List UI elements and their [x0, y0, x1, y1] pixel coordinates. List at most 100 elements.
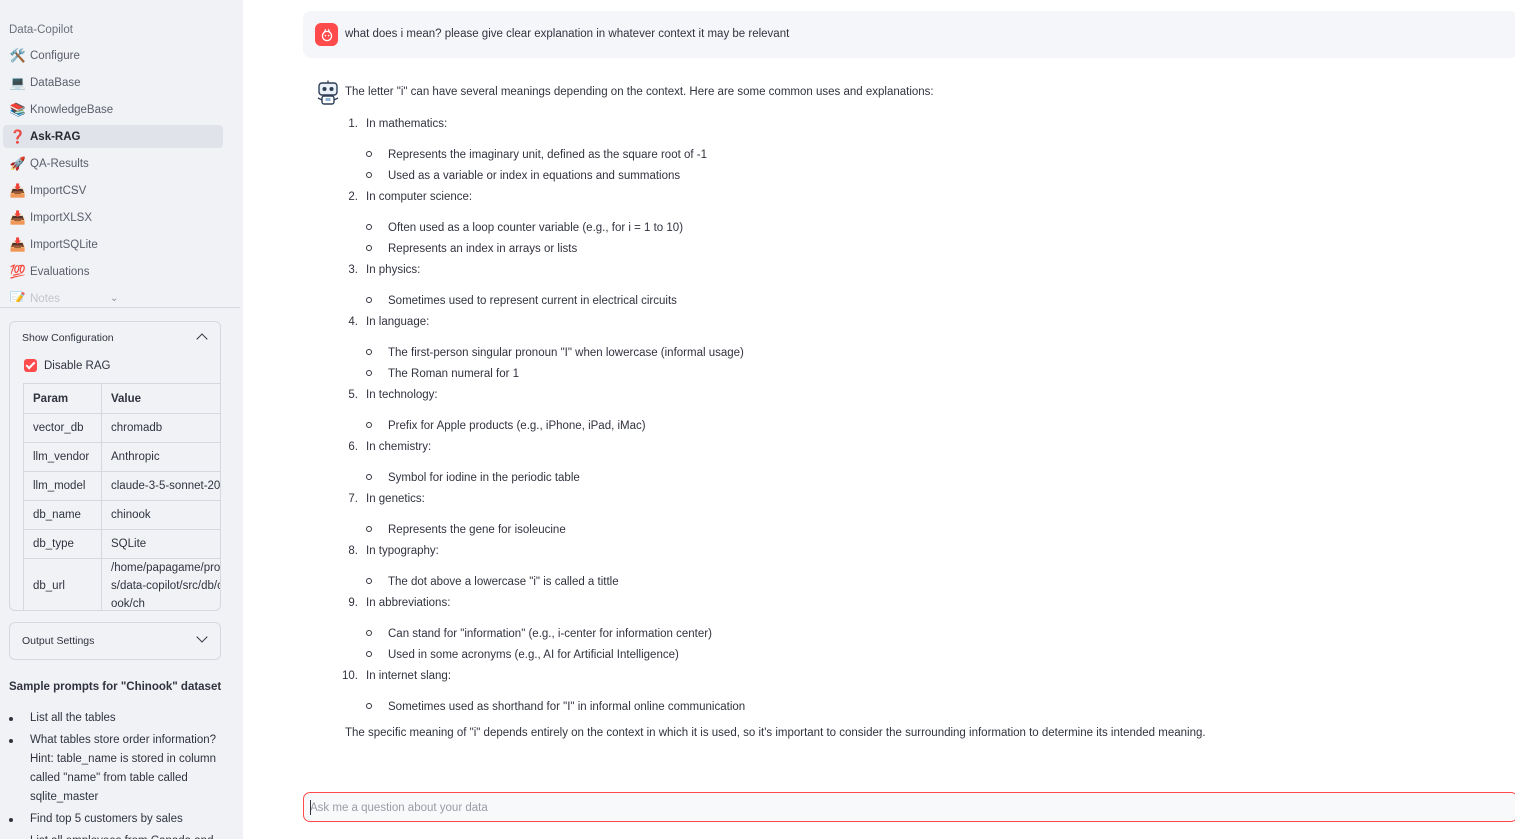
table-row: vector_db chromadb: [23, 413, 220, 443]
answer-item-heading: In computer science:: [366, 191, 473, 203]
answer-intro: The letter "i" can have several meanings…: [345, 86, 934, 98]
table-row: llm_vendor Anthropic: [23, 442, 220, 472]
param-cell: db_url: [23, 558, 102, 610]
sidebar: Data-Copilot 🛠️ Configure 💻 DataBase 📚 Knowle…: [0, 0, 243, 839]
answer-item-heading: In language:: [366, 316, 430, 328]
answer-sublist: The dot above a lowercase "i" is called …: [366, 575, 1495, 589]
chevron-up-icon: [196, 333, 208, 345]
importxlsx-icon: 📥: [9, 210, 27, 225]
param-cell: db_type: [23, 529, 102, 559]
list-number: 4.: [348, 316, 358, 328]
answer-bullet: Symbol for iodine in the periodic table: [366, 471, 1495, 485]
configure-icon: 🛠️: [9, 48, 27, 63]
importsqlite-icon: 📥: [9, 237, 27, 252]
nav-item-qa-results[interactable]: 🚀 QA-Results: [3, 152, 223, 175]
answer-item-heading: In physics:: [366, 264, 421, 276]
value-cell: /home/papagame/projects/data-copilot/src…: [101, 558, 220, 610]
answer-list-item: 6. In chemistry: Symbol for iodine in the …: [345, 440, 1495, 485]
assistant-answer: The letter "i" can have several meanings…: [342, 85, 1495, 740]
assistant-robot-icon: [316, 80, 340, 106]
answer-sublist: Often used as a loop counter variable (e…: [366, 221, 1495, 256]
answer-bullet: The Roman numeral for 1: [366, 367, 1495, 381]
param-cell: vector_db: [23, 413, 102, 443]
answer-bullet: The dot above a lowercase "i" is called …: [366, 575, 1495, 589]
sample-prompt-item[interactable]: List all the tables: [9, 709, 224, 728]
answer-bullet: Often used as a loop counter variable (e…: [366, 221, 1495, 235]
disable-rag-checkbox[interactable]: [24, 359, 37, 372]
sample-prompt-item[interactable]: List all employees from Canada and: [9, 832, 224, 839]
sidebar-separator: [0, 307, 240, 308]
param-cell: llm_vendor: [23, 442, 102, 472]
table-header: Value: [101, 383, 220, 414]
table-row: db_name chinook: [23, 500, 220, 530]
config-expander: Show Configuration Disable RAG Param Val…: [9, 321, 221, 611]
answer-sublist: The first-person singular pronoun "I" wh…: [366, 346, 1495, 381]
answer-item-heading: In technology:: [366, 389, 438, 401]
importcsv-icon: 📥: [9, 183, 27, 198]
output-settings-expander[interactable]: Output Settings: [9, 622, 221, 660]
chat-input-box[interactable]: [303, 792, 1515, 822]
nav-expand-chevron-icon[interactable]: ⌄: [110, 293, 118, 304]
nav-item-knowledgebase[interactable]: 📚 KnowledgeBase: [3, 98, 223, 121]
list-number: 5.: [348, 389, 358, 401]
value-cell: SQLite: [101, 529, 220, 559]
chat-input[interactable]: [310, 799, 1500, 816]
disable-rag-label: Disable RAG: [44, 359, 111, 372]
nav-item-label: Configure: [30, 49, 80, 62]
nav-item-label: Notes: [30, 292, 61, 303]
answer-item-heading: In mathematics:: [366, 118, 448, 130]
answer-item-heading: In abbreviations:: [366, 597, 451, 609]
nav-item-label: KnowledgeBase: [30, 103, 114, 116]
answer-sublist: Can stand for "information" (e.g., i-cen…: [366, 627, 1495, 662]
list-number: 7.: [348, 493, 358, 505]
answer-bullet: Can stand for "information" (e.g., i-cen…: [366, 627, 1495, 641]
value-cell: claude-3-5-sonnet-202406: [101, 471, 220, 501]
user-avatar-icon: [315, 23, 338, 46]
table-header: Param: [23, 383, 102, 414]
nav-item-label: ImportSQLite: [30, 238, 98, 251]
knowledgebase-icon: 📚: [9, 102, 27, 117]
list-number: 8.: [348, 545, 358, 557]
output-settings-header[interactable]: Output Settings: [10, 623, 220, 659]
disable-rag-checkbox-row[interactable]: Disable RAG: [24, 359, 110, 372]
answer-list-item: 9. In abbreviations: Can stand for "inform…: [345, 596, 1495, 662]
nav-item-configure[interactable]: 🛠️ Configure: [3, 44, 223, 67]
table-row: db_type SQLite: [23, 529, 220, 559]
nav-item-ask-rag[interactable]: ❓ Ask-RAG: [3, 125, 223, 148]
answer-sublist: Sometimes used as shorthand for "I" in i…: [366, 700, 1495, 714]
sidebar-nav: 🛠️ Configure 💻 DataBase 📚 KnowledgeBase ❓ Ask-R…: [3, 44, 223, 302]
nav-item-importsqlite[interactable]: 📥 ImportSQLite: [3, 233, 223, 256]
answer-list: 1. In mathematics: Represents the imaginar…: [342, 117, 1495, 714]
answer-sublist: Sometimes used to represent current in e…: [366, 294, 1495, 308]
nav-item-label: DataBase: [30, 76, 81, 89]
config-expander-header[interactable]: Show Configuration: [10, 322, 220, 354]
user-message: what does i mean? please give clear expl…: [303, 11, 1515, 58]
value-cell: chromadb: [101, 413, 220, 443]
answer-sublist: Represents the gene for isoleucine: [366, 523, 1495, 537]
answer-bullet: Sometimes used as shorthand for "I" in i…: [366, 700, 1495, 714]
chevron-down-icon: [196, 631, 208, 643]
nav-item-evaluations[interactable]: 💯 Evaluations: [3, 260, 223, 283]
notes-icon: 📝: [9, 291, 27, 302]
answer-item-heading: In typography:: [366, 545, 439, 557]
list-number: 1.: [348, 118, 358, 130]
sample-prompt-item[interactable]: What tables store order information? Hin…: [9, 731, 224, 807]
user-message-text: what does i mean? please give clear expl…: [345, 28, 790, 40]
answer-outro: The specific meaning of "i" depends enti…: [345, 727, 1206, 739]
answer-list-item: 8. In typography: The dot above a lowercas…: [345, 544, 1495, 589]
nav-item-importxlsx[interactable]: 📥 ImportXLSX: [3, 206, 223, 229]
nav-item-database[interactable]: 💻 DataBase: [3, 71, 223, 94]
sample-prompts-list: List all the tables What tables store ord…: [9, 709, 224, 839]
samples-title: Sample prompts for "Chinook" dataset: [9, 681, 222, 693]
value-cell: Anthropic: [101, 442, 220, 472]
value-cell: chinook: [101, 500, 220, 530]
answer-sublist: Represents the imaginary unit, defined a…: [366, 148, 1495, 183]
param-cell: db_name: [23, 500, 102, 530]
answer-list-item: 7. In genetics: Represents the gene for is…: [345, 492, 1495, 537]
sample-prompt-item[interactable]: Find top 5 customers by sales: [9, 810, 224, 829]
database-icon: 💻: [9, 75, 27, 90]
list-number: 9.: [348, 597, 358, 609]
nav-item-importcsv[interactable]: 📥 ImportCSV: [3, 179, 223, 202]
answer-bullet: Represents the gene for isoleucine: [366, 523, 1495, 537]
text-caret: [310, 800, 311, 815]
